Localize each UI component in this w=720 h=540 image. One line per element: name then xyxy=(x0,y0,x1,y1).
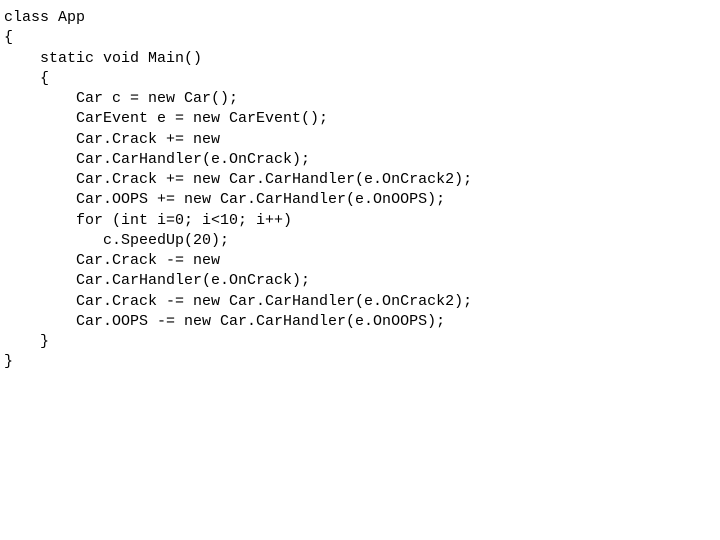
code-line: Car.OOPS += new Car.CarHandler(e.OnOOPS)… xyxy=(4,191,445,208)
code-line: Car.Crack -= new xyxy=(4,252,220,269)
code-line: Car.Crack += new xyxy=(4,131,220,148)
code-line: Car.CarHandler(e.OnCrack); xyxy=(4,272,310,289)
code-line: c.SpeedUp(20); xyxy=(4,232,229,249)
code-line: for (int i=0; i<10; i++) xyxy=(4,212,292,229)
code-line: class App xyxy=(4,9,85,26)
code-line: Car.OOPS -= new Car.CarHandler(e.OnOOPS)… xyxy=(4,313,445,330)
code-block: class App { static void Main() { Car c =… xyxy=(0,0,720,381)
code-line: } xyxy=(4,353,13,370)
code-line: Car.Crack -= new Car.CarHandler(e.OnCrac… xyxy=(4,293,472,310)
code-line: { xyxy=(4,70,49,87)
code-line: CarEvent e = new CarEvent(); xyxy=(4,110,328,127)
code-line: { xyxy=(4,29,13,46)
code-line: } xyxy=(4,333,49,350)
code-line: Car.Crack += new Car.CarHandler(e.OnCrac… xyxy=(4,171,472,188)
code-line: static void Main() xyxy=(4,50,202,67)
code-line: Car.CarHandler(e.OnCrack); xyxy=(4,151,310,168)
code-line: Car c = new Car(); xyxy=(4,90,238,107)
